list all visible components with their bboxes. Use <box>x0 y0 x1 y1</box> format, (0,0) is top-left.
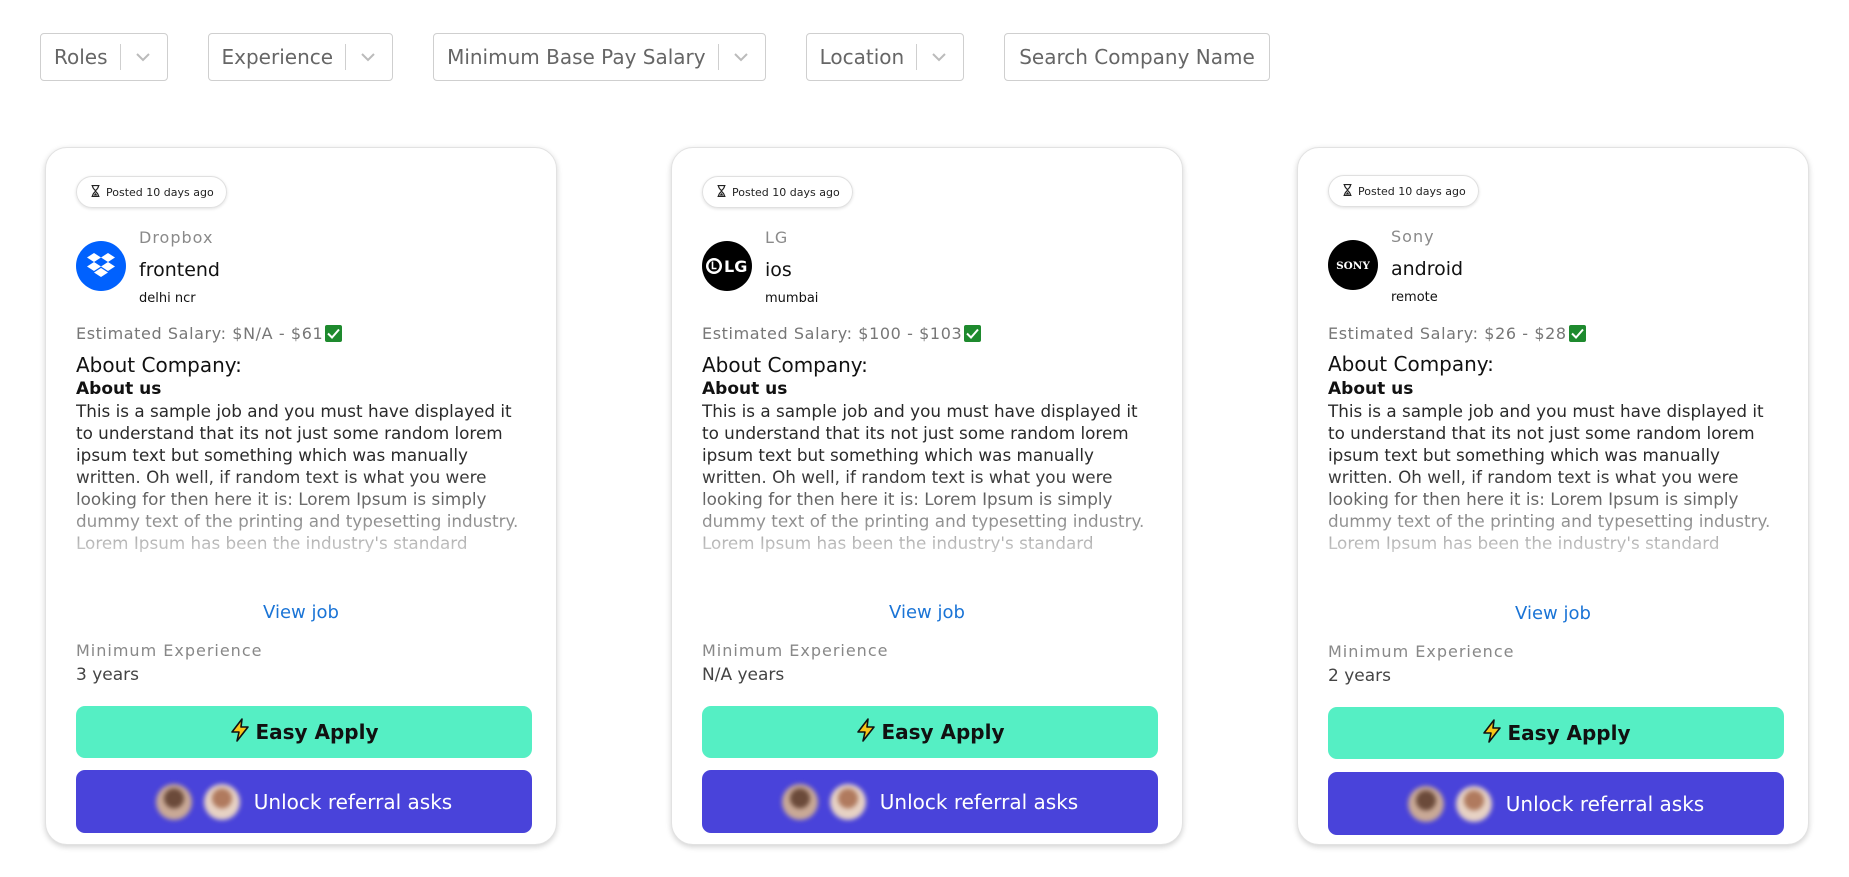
chevron-down-icon[interactable] <box>131 45 155 69</box>
lg-logo: LG <box>702 241 752 291</box>
posted-text: Posted 10 days ago <box>106 185 214 199</box>
avatar <box>203 783 240 820</box>
easy-apply-button[interactable]: Easy Apply <box>1328 707 1784 759</box>
lightning-icon <box>229 717 255 747</box>
chevron-down-icon[interactable] <box>356 45 380 69</box>
job-card: Posted 10 days ago SONY Sony android rem… <box>1297 147 1809 845</box>
lg-logo-text: LG <box>724 257 747 276</box>
lightning-icon <box>1481 718 1507 748</box>
experience-dropdown-label: Experience <box>221 45 334 69</box>
roles-dropdown-label: Roles <box>54 45 108 69</box>
job-description: This is a sample job and you must have d… <box>702 401 1145 552</box>
dropdown-separator <box>916 44 918 70</box>
sony-logo-text: SONY <box>1336 260 1370 272</box>
chevron-down-icon[interactable] <box>927 45 951 69</box>
company-name: Sony <box>1391 227 1435 246</box>
about-company-heading: About Company: <box>76 353 242 377</box>
easy-apply-button[interactable]: Easy Apply <box>76 706 532 758</box>
view-job-link[interactable]: View job <box>672 602 1182 623</box>
min-experience-label: Minimum Experience <box>76 641 263 660</box>
dropdown-separator <box>717 44 719 70</box>
hourglass-icon <box>91 184 100 200</box>
avatar <box>155 783 192 820</box>
salary-text: Estimated Salary: $26 - $28 <box>1328 324 1567 343</box>
job-location: mumbai <box>765 291 819 306</box>
about-us-heading: About us <box>76 379 162 399</box>
referral-avatars <box>155 783 240 820</box>
min-experience-value: 2 years <box>1328 666 1392 686</box>
job-description: This is a sample job and you must have d… <box>1328 401 1771 552</box>
unlock-referral-button[interactable]: Unlock referral asks <box>1328 772 1784 835</box>
job-location: delhi ncr <box>139 291 196 306</box>
view-job-link[interactable]: View job <box>46 602 556 623</box>
min-experience-value: 3 years <box>76 665 140 685</box>
location-dropdown-label: Location <box>819 45 905 69</box>
avatar <box>1455 785 1492 822</box>
company-name: Dropbox <box>139 228 214 247</box>
check-icon <box>325 325 343 342</box>
job-card: Posted 10 days ago LG LG ios mumbai Esti… <box>671 147 1183 845</box>
about-company-heading: About Company: <box>702 353 868 377</box>
unlock-referral-label: Unlock referral asks <box>253 789 453 814</box>
chevron-down-icon[interactable] <box>729 45 753 69</box>
referral-avatars <box>1407 785 1492 822</box>
hourglass-icon <box>717 184 726 200</box>
location-dropdown[interactable]: Location <box>805 33 965 81</box>
about-company-heading: About Company: <box>1328 352 1494 376</box>
about-us-heading: About us <box>1328 379 1414 399</box>
check-icon <box>964 325 982 342</box>
avatar <box>781 783 818 820</box>
roles-dropdown[interactable]: Roles <box>40 33 168 81</box>
avatar <box>1407 785 1444 822</box>
company-name: LG <box>765 228 789 247</box>
hourglass-icon <box>1343 183 1352 199</box>
about-us-heading: About us <box>702 379 788 399</box>
job-location: remote <box>1391 290 1438 305</box>
easy-apply-label: Easy Apply <box>255 720 379 744</box>
posted-text: Posted 10 days ago <box>732 185 840 199</box>
job-description: This is a sample job and you must have d… <box>76 401 519 552</box>
estimated-salary: Estimated Salary: $26 - $28 <box>1328 324 1586 343</box>
company-search-input[interactable]: Search Company Name <box>1004 33 1270 81</box>
min-base-pay-dropdown-label: Minimum Base Pay Salary <box>447 45 706 69</box>
filter-bar: Roles Experience Minimum Base Pay Salary… <box>40 33 1270 81</box>
job-role: ios <box>765 259 792 281</box>
lightning-icon <box>855 717 881 747</box>
view-job-link[interactable]: View job <box>1298 603 1808 624</box>
job-card: Posted 10 days ago Dropbox frontend delh… <box>45 147 557 845</box>
unlock-referral-label: Unlock referral asks <box>879 789 1079 814</box>
easy-apply-button[interactable]: Easy Apply <box>702 706 1158 758</box>
estimated-salary: Estimated Salary: $N/A - $61 <box>76 324 343 343</box>
posted-badge: Posted 10 days ago <box>1328 175 1479 207</box>
unlock-referral-button[interactable]: Unlock referral asks <box>702 770 1158 833</box>
unlock-referral-label: Unlock referral asks <box>1505 791 1705 816</box>
company-search-placeholder: Search Company Name <box>1019 45 1255 69</box>
referral-avatars <box>781 783 866 820</box>
posted-badge: Posted 10 days ago <box>76 176 227 208</box>
estimated-salary: Estimated Salary: $100 - $103 <box>702 324 982 343</box>
dropdown-separator <box>345 44 347 70</box>
min-base-pay-dropdown[interactable]: Minimum Base Pay Salary <box>433 33 766 81</box>
posted-text: Posted 10 days ago <box>1358 184 1466 198</box>
easy-apply-label: Easy Apply <box>881 720 1005 744</box>
avatar <box>829 783 866 820</box>
salary-text: Estimated Salary: $100 - $103 <box>702 324 963 343</box>
salary-text: Estimated Salary: $N/A - $61 <box>76 324 324 343</box>
min-experience-value: N/A years <box>702 665 785 685</box>
job-role: android <box>1391 258 1464 280</box>
min-experience-label: Minimum Experience <box>702 641 889 660</box>
check-icon <box>1568 325 1586 342</box>
experience-dropdown[interactable]: Experience <box>207 33 394 81</box>
dropbox-logo <box>76 241 126 291</box>
dropdown-separator <box>119 44 121 70</box>
min-experience-label: Minimum Experience <box>1328 642 1515 661</box>
easy-apply-label: Easy Apply <box>1507 721 1631 745</box>
job-role: frontend <box>139 259 220 281</box>
sony-logo: SONY <box>1328 240 1378 290</box>
unlock-referral-button[interactable]: Unlock referral asks <box>76 770 532 833</box>
posted-badge: Posted 10 days ago <box>702 176 853 208</box>
